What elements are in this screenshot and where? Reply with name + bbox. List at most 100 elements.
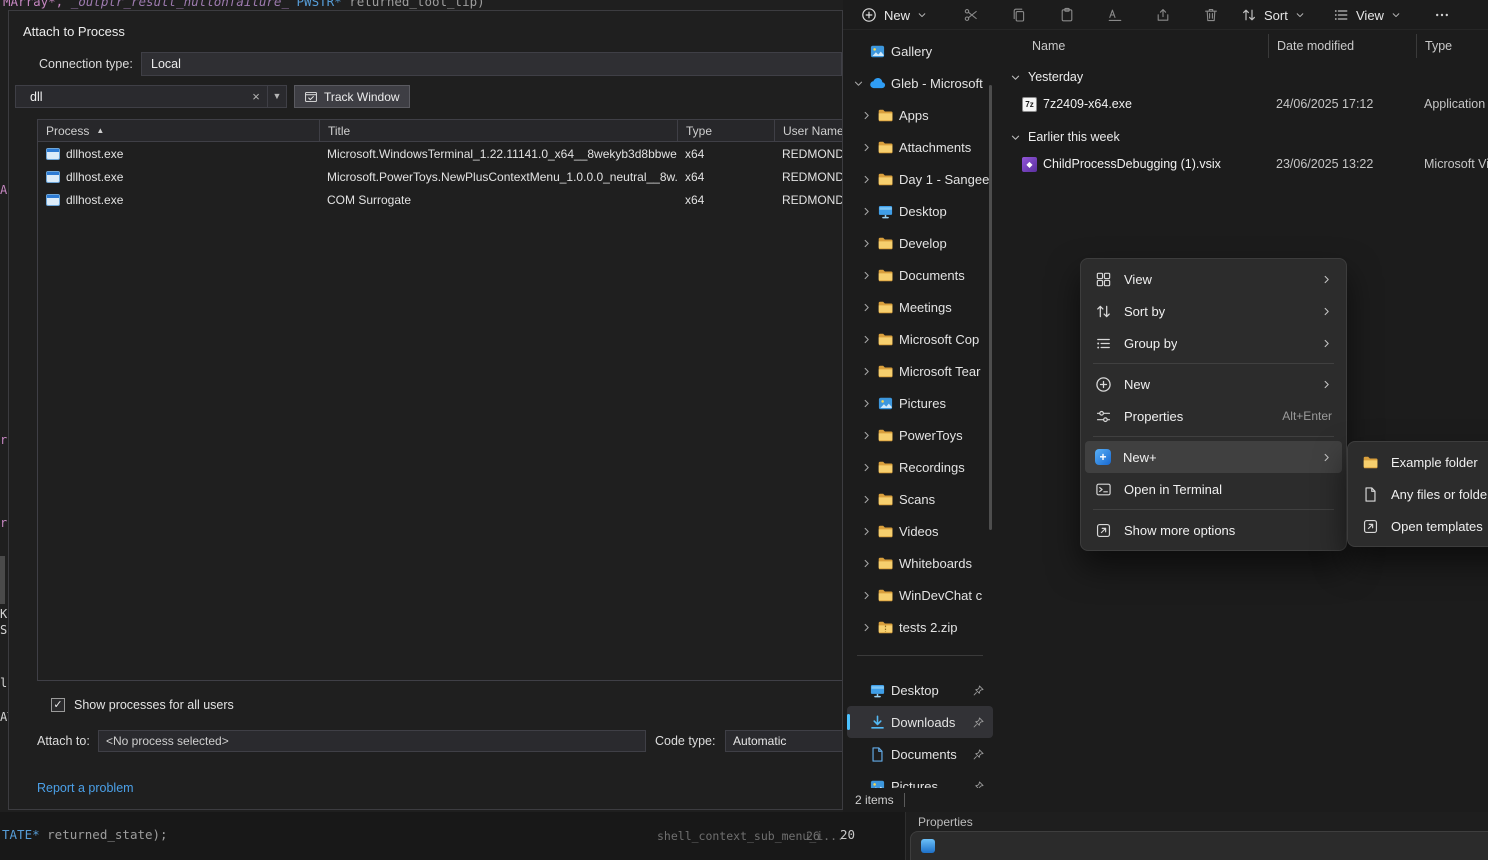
filter-dropdown-icon[interactable] (267, 86, 286, 107)
pinned-item-desktop[interactable]: Desktop (847, 674, 993, 706)
submenu-item-any-files[interactable]: Any files or folde (1352, 478, 1488, 510)
track-window-button[interactable]: Track Window (294, 85, 410, 108)
chevron-right-icon[interactable] (861, 462, 872, 473)
chevron-right-icon[interactable] (861, 590, 872, 601)
pinned-item-documents[interactable]: Documents (847, 738, 993, 770)
menu-item-open-in-terminal[interactable]: Open in Terminal (1085, 473, 1342, 505)
chevron-right-icon[interactable] (861, 334, 872, 345)
chevron-right-icon[interactable] (861, 398, 872, 409)
nav-item-day1-sangee[interactable]: Day 1 - Sangee (847, 163, 993, 195)
sort-button-label: Sort (1264, 8, 1288, 23)
chevron-right-icon[interactable] (861, 174, 872, 185)
connection-type-select[interactable]: Local (141, 52, 842, 76)
chevron-right-icon[interactable] (861, 430, 872, 441)
nav-item-apps[interactable]: Apps (847, 99, 993, 131)
process-row[interactable]: dllhost.exe Microsoft.WindowsTerminal_1.… (38, 142, 843, 165)
chevron-right-icon[interactable] (861, 142, 872, 153)
nav-item-windevchat[interactable]: WinDevChat c (847, 579, 993, 611)
chevron-right-icon[interactable] (861, 110, 872, 121)
group-header-yesterday[interactable]: Yesterday (1000, 64, 1488, 90)
process-row[interactable]: dllhost.exe COM Surrogate x64 REDMOND (38, 188, 843, 211)
pinned-item-downloads[interactable]: Downloads (847, 706, 993, 738)
column-name[interactable]: Name (1032, 34, 1268, 58)
menu-item-new-plus[interactable]: New+ (1085, 441, 1342, 473)
chevron-down-icon (1295, 10, 1305, 20)
chevron-right-icon[interactable] (861, 206, 872, 217)
process-row[interactable]: dllhost.exe Microsoft.PowerToys.NewPlusC… (38, 165, 843, 188)
clear-filter-icon[interactable] (245, 89, 267, 104)
show-all-users-checkbox[interactable] (51, 698, 65, 712)
chevron-right-icon[interactable] (861, 302, 872, 313)
menu-item-show-more-options[interactable]: Show more options (1085, 514, 1342, 546)
menu-item-group-by[interactable]: Group by (1085, 327, 1342, 359)
rename-icon[interactable] (1107, 7, 1123, 23)
nav-item-microsoft-cop[interactable]: Microsoft Cop (847, 323, 993, 355)
process-filter-input[interactable]: dll (15, 85, 287, 108)
attach-to-value: <No process selected> (106, 734, 229, 748)
new-button[interactable]: New (853, 3, 935, 27)
column-user-name[interactable]: User Name (774, 120, 843, 141)
column-title[interactable]: Title (319, 120, 677, 141)
nav-scrollbar[interactable] (989, 85, 992, 530)
nav-item-onedrive-gleb[interactable]: Gleb - Microsoft (847, 67, 993, 99)
nav-item-develop[interactable]: Develop (847, 227, 993, 259)
chevron-right-icon[interactable] (861, 366, 872, 377)
nav-item-videos[interactable]: Videos (847, 515, 993, 547)
properties-title: Properties (918, 815, 973, 829)
nav-item-pictures[interactable]: Pictures (847, 387, 993, 419)
chevron-down-icon[interactable] (853, 78, 864, 89)
file-row[interactable]: 7z2409-x64.exe 24/06/2025 17:12 Applicat… (1000, 90, 1488, 118)
share-icon[interactable] (1155, 7, 1171, 23)
view-button[interactable]: View (1333, 3, 1401, 27)
menu-item-view[interactable]: View (1085, 263, 1342, 295)
report-problem-link[interactable]: Report a problem (37, 781, 134, 795)
nav-item-documents[interactable]: Documents (847, 259, 993, 291)
nav-item-tests-zip[interactable]: tests 2.zip (847, 611, 993, 643)
nav-item-whiteboards[interactable]: Whiteboards (847, 547, 993, 579)
attach-to-field[interactable]: <No process selected> (98, 730, 646, 752)
group-header-earlier-this-week[interactable]: Earlier this week (1000, 124, 1488, 150)
nav-item-microsoft-tear[interactable]: Microsoft Tear (847, 355, 993, 387)
terminal-icon (1095, 481, 1112, 498)
chevron-right-icon[interactable] (861, 558, 872, 569)
code-type-select[interactable]: Automatic (725, 730, 843, 752)
column-process[interactable]: Process (38, 120, 319, 141)
sort-button[interactable]: Sort (1241, 3, 1305, 27)
nav-item-recordings[interactable]: Recordings (847, 451, 993, 483)
column-date-modified[interactable]: Date modified (1268, 34, 1416, 58)
file-row[interactable]: ChildProcessDebugging (1).vsix 23/06/202… (1000, 150, 1488, 178)
show-more-icon (1095, 522, 1112, 539)
nav-item-gallery[interactable]: Gallery (847, 35, 993, 67)
more-options-icon[interactable] (1434, 7, 1450, 23)
chevron-right-icon[interactable] (861, 494, 872, 505)
chevron-right-icon[interactable] (861, 238, 872, 249)
nav-item-scans[interactable]: Scans (847, 483, 993, 515)
code-type-value: Automatic (733, 734, 786, 748)
menu-item-sort-by[interactable]: Sort by (1085, 295, 1342, 327)
nav-item-attachments[interactable]: Attachments (847, 131, 993, 163)
nav-item-desktop[interactable]: Desktop (847, 195, 993, 227)
chevron-right-icon[interactable] (861, 622, 872, 633)
chevron-right-icon[interactable] (861, 526, 872, 537)
onedrive-cloud-icon (869, 75, 886, 92)
delete-icon[interactable] (1203, 7, 1219, 23)
process-table: Process Title Type User Name dllhost.exe… (37, 119, 843, 681)
paste-icon[interactable] (1059, 7, 1075, 23)
nav-item-meetings[interactable]: Meetings (847, 291, 993, 323)
menu-item-new[interactable]: New (1085, 368, 1342, 400)
nav-item-powertoys[interactable]: PowerToys (847, 419, 993, 451)
folder-icon (877, 299, 894, 316)
chevron-right-icon[interactable] (861, 270, 872, 281)
submenu-item-example-folder[interactable]: Example folder (1352, 446, 1488, 478)
column-type[interactable]: Type (677, 120, 774, 141)
connection-type-value: Local (151, 57, 181, 71)
copy-icon[interactable] (1011, 7, 1027, 23)
cut-icon[interactable] (963, 7, 979, 23)
editor-scrollbar[interactable] (0, 556, 5, 604)
submenu-item-open-templates[interactable]: Open templates (1352, 510, 1488, 542)
column-type[interactable]: Type (1416, 34, 1488, 58)
folder-icon (877, 171, 894, 188)
context-menu: View Sort by Group by New Propert (1080, 258, 1347, 551)
menu-item-properties[interactable]: Properties Alt+Enter (1085, 400, 1342, 432)
folder-icon (877, 331, 894, 348)
